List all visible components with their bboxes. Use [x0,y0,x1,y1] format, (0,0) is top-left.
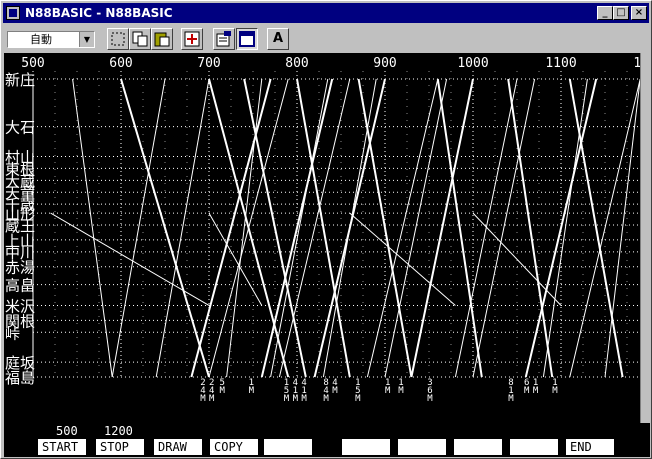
station-label: 新庄 [5,71,35,89]
hour-label: 800 [285,56,308,71]
train-number: 36M [427,378,433,404]
hour-label: 600 [109,56,132,71]
mode-select-value: 自動 [30,33,52,46]
station-label: 赤湯 [5,259,35,277]
copy-icon [132,31,148,47]
title-bar[interactable]: N88BASIC - N88BASIC _ □ × [3,3,649,23]
vertical-scrollbar[interactable] [640,53,651,423]
window-title: N88BASIC - N88BASIC [25,6,173,20]
train-number: 41M [301,378,307,404]
fullscreen-icon [184,31,200,47]
paste-icon [154,32,170,47]
station-label: 福島 [5,369,35,387]
train-line [604,78,640,378]
close-button[interactable]: × [631,6,647,20]
train-line [436,78,483,378]
paste-button[interactable] [151,28,173,50]
fullscreen-button[interactable] [181,28,203,50]
fkey-9[interactable] [510,439,558,455]
train-number: 1M [385,378,391,396]
train-number: 1M [533,378,539,396]
font-button[interactable]: A [267,28,289,50]
copy-button[interactable] [129,28,151,50]
fkey-copy[interactable]: COPY [210,439,258,455]
train-number: 15M [355,378,361,404]
train-diagram[interactable]: 500600700800900100011001200 新庄大石村山東根大蔵天童… [4,53,640,423]
chevron-down-icon[interactable]: ▼ [79,32,94,47]
train-line [208,212,263,306]
select-icon [111,32,125,46]
hour-label: 1100 [545,56,576,71]
train-line [507,78,554,378]
properties-icon [216,31,231,47]
fkey-8[interactable] [454,439,502,455]
train-line [472,212,562,306]
properties-button[interactable] [213,28,235,50]
select-button[interactable] [107,28,129,50]
train-number: 41M [293,378,299,404]
fkey-6[interactable] [342,439,390,455]
hour-label: 1000 [457,56,488,71]
train-line [190,78,272,378]
fkey-start[interactable]: START [38,439,86,455]
train-number: 1M [552,378,558,396]
function-key-bar: 500 1200 START STOP DRAW COPY END [4,423,650,457]
train-number: 1M [249,378,255,396]
hour-label: 1200 [633,56,640,71]
hour-label: 700 [197,56,220,71]
fkey-stop[interactable]: STOP [96,439,144,455]
station-label: 峠 [5,324,20,342]
station-label: 高畠 [5,277,35,295]
hour-label: 900 [373,56,396,71]
app-icon[interactable] [6,6,20,20]
mode-select[interactable]: 自動 ▼ [7,31,95,48]
train-number: 1M [398,378,404,396]
train-numbers: 2 4 M2 4 M5 M1 M1 5 M4 1 M4 1 M8 4 M4 M1 5 M1 M1 M3 6 M8 1 M6 M1… [200,378,558,404]
train-number: 84M [323,378,329,404]
fkey-draw[interactable]: DRAW [154,439,202,455]
train-number: 6M [524,378,530,396]
train-line [270,78,329,378]
train-number: 24M [200,378,206,404]
train-number: 5M [220,378,226,396]
train-number: 24M [209,378,215,404]
train-line [50,212,210,306]
font-icon: A [272,31,284,46]
stop-value: 1200 [104,424,133,438]
window-button[interactable] [236,28,258,50]
train-number: 4M [332,378,338,396]
app-window: N88BASIC - N88BASIC _ □ × 自動 ▼ A 500 600… [0,0,652,459]
train-number: 15M [284,378,290,404]
minimize-button[interactable]: _ [597,6,613,20]
train-line [278,78,351,378]
fkey-7[interactable] [398,439,446,455]
station-labels: 新庄大石村山東根大蔵天童千歳山形蔵王上山中川赤湯高畠米沢関根峠庭坂福島 [5,71,35,387]
train-line [410,78,474,378]
fkey-end[interactable]: END [566,439,614,455]
train-line [72,78,113,378]
start-value: 500 [56,424,78,438]
window-icon [239,31,255,47]
time-grid [32,71,640,378]
toolbar: 自動 ▼ A [3,25,649,51]
hour-label: 500 [21,56,44,71]
station-label: 大石 [5,119,35,137]
hour-labels: 500 600 700 800 900 1000 1100 1200 [21,56,640,71]
train-line [296,78,351,378]
maximize-button[interactable]: □ [613,6,629,20]
fkey-5[interactable] [264,439,312,455]
train-number: 81M [508,378,514,404]
